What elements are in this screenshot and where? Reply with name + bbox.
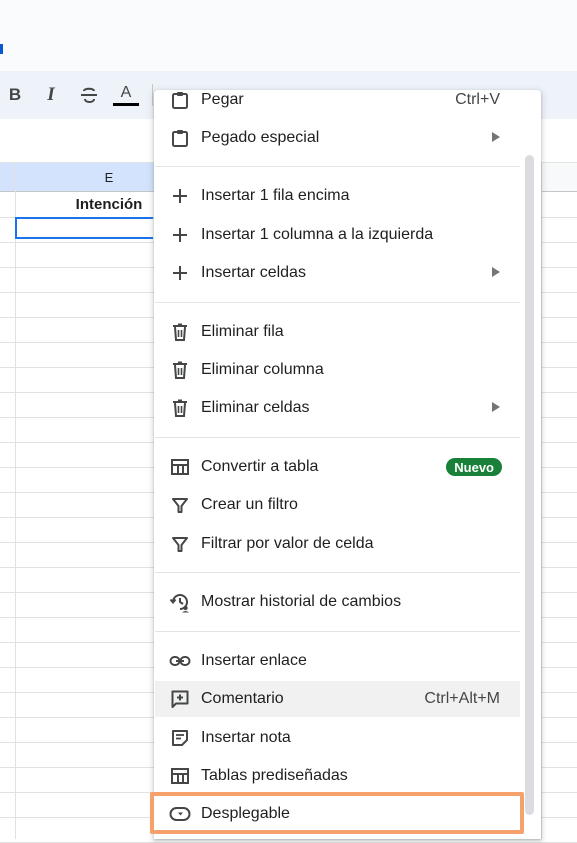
app-header (0, 0, 577, 71)
menu-item-insert-cells[interactable]: Insertar celdas (155, 255, 520, 291)
plus-icon (169, 262, 191, 284)
text-color-swatch (113, 102, 139, 106)
menu-item-label: Insertar nota (201, 729, 291, 746)
menu-item-label: Tablas prediseñadas (201, 767, 348, 784)
menu-divider (155, 166, 520, 167)
menu-item-label: Mostrar historial de cambios (201, 593, 402, 610)
plus-icon (169, 185, 191, 207)
menu-item-insert-row-above[interactable]: Insertar 1 fila encima (155, 178, 520, 214)
plus-icon (169, 224, 191, 246)
table-icon (169, 456, 191, 478)
menu-item-paste[interactable]: Pegar Ctrl+V (155, 90, 520, 118)
italic-button[interactable]: I (38, 81, 64, 109)
menu-item-label: Comentario (201, 690, 284, 707)
menu-item-delete-row[interactable]: Eliminar fila (155, 314, 520, 350)
clipboard-icon (169, 90, 191, 111)
menu-item-paste-special[interactable]: Pegado especial (155, 120, 520, 156)
menu-item-convert-to-table[interactable]: Convertir a tabla Nuevo (155, 449, 520, 485)
menu-item-label: Insertar celdas (201, 264, 306, 281)
menu-divider (155, 572, 520, 573)
column-header-d[interactable] (0, 163, 16, 192)
menu-item-label: Eliminar fila (201, 323, 284, 340)
table-icon (169, 765, 191, 787)
submenu-arrow-icon (492, 132, 500, 142)
filter-icon (169, 533, 191, 555)
menu-item-label: Pegado especial (201, 129, 320, 146)
filter-icon (169, 494, 191, 516)
menu-item-insert-column-left[interactable]: Insertar 1 columna a la izquierda (155, 217, 520, 253)
menu-item-label: Filtrar por valor de celda (201, 535, 374, 552)
context-menu: Pegar Ctrl+V Pegado especial Insertar 1 … (154, 90, 541, 839)
menu-item-delete-column[interactable]: Eliminar columna (155, 352, 520, 388)
trash-icon (169, 397, 191, 419)
menu-divider (155, 302, 520, 303)
clipboard-icon (169, 127, 191, 149)
link-icon (169, 650, 191, 672)
submenu-arrow-icon (492, 267, 500, 277)
submenu-arrow-icon (492, 402, 500, 412)
history-icon (169, 591, 191, 613)
header-edge-mark (0, 44, 3, 54)
menu-item-shortcut: Ctrl+Alt+M (424, 690, 500, 707)
selected-cell-e2[interactable] (15, 217, 153, 239)
menu-item-create-filter[interactable]: Crear un filtro (155, 487, 520, 523)
menu-divider (155, 437, 520, 438)
menu-divider (155, 631, 520, 632)
menu-item-label: Convertir a tabla (201, 458, 319, 475)
menu-scrollbar[interactable] (525, 155, 534, 815)
strikethrough-button[interactable] (76, 81, 102, 109)
toolbar-separator (152, 84, 153, 106)
menu-item-label: Eliminar columna (201, 361, 324, 378)
menu-item-preset-tables[interactable]: Tablas prediseñadas (155, 758, 520, 794)
menu-item-shortcut: Ctrl+V (455, 91, 500, 108)
menu-item-label: Pegar (201, 91, 244, 108)
new-badge: Nuevo (446, 458, 502, 476)
text-color-button[interactable]: A (113, 81, 139, 109)
menu-item-label: Insertar 1 fila encima (201, 187, 350, 204)
menu-item-label: Crear un filtro (201, 496, 298, 513)
note-icon (169, 727, 191, 749)
text-color-letter: A (120, 83, 132, 101)
menu-item-label: Eliminar celdas (201, 399, 310, 416)
menu-item-show-edit-history[interactable]: Mostrar historial de cambios (155, 584, 520, 620)
add-comment-icon (169, 688, 191, 710)
menu-item-insert-note[interactable]: Insertar nota (155, 720, 520, 756)
menu-item-label: Insertar enlace (201, 652, 307, 669)
trash-icon (169, 321, 191, 343)
menu-item-comment[interactable]: Comentario Ctrl+Alt+M (155, 681, 520, 717)
strikethrough-icon (81, 87, 97, 103)
menu-item-insert-link[interactable]: Insertar enlace (155, 643, 520, 679)
menu-item-delete-cells[interactable]: Eliminar celdas (155, 390, 520, 426)
bold-button[interactable]: B (2, 81, 28, 109)
menu-item-filter-by-cell-value[interactable]: Filtrar por valor de celda (155, 526, 520, 562)
menu-item-label: Insertar 1 columna a la izquierda (201, 226, 434, 243)
trash-icon (169, 359, 191, 381)
dropdown-highlight-outline (150, 792, 524, 834)
